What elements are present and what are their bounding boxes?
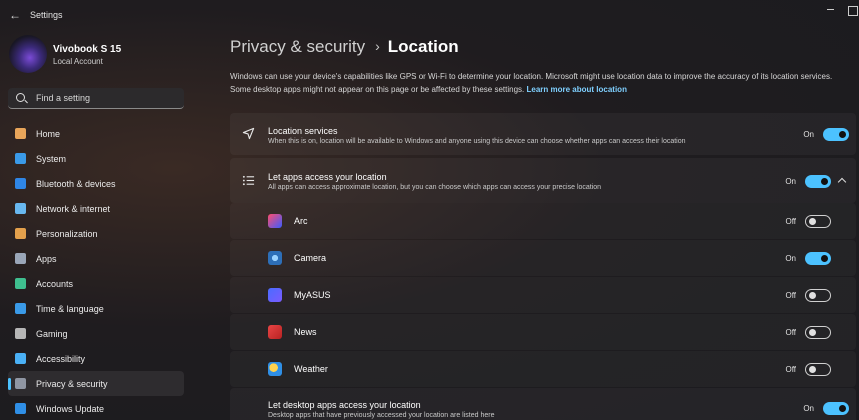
location-services-card[interactable]: Location services When this is on, locat… (230, 113, 856, 155)
app-row-arc[interactable]: Arc Off (230, 203, 856, 239)
search-icon (16, 93, 25, 102)
windows-update-icon (15, 403, 26, 414)
sidebar-item-label: Personalization (36, 229, 98, 239)
app-toggle-state: Off (785, 217, 796, 226)
search-box[interactable] (8, 88, 184, 109)
app-name: MyASUS (294, 290, 331, 300)
sidebar-item-personalization[interactable]: Personalization (8, 221, 184, 246)
sidebar-item-privacy-and-security[interactable]: Privacy & security (8, 371, 184, 396)
wifi-icon (15, 203, 26, 214)
system-icon (15, 153, 26, 164)
app-toggle-state: Off (785, 365, 796, 374)
app-toggle-state: Off (785, 328, 796, 337)
home-icon (15, 128, 26, 139)
sidebar-item-gaming[interactable]: Gaming (8, 321, 184, 346)
sidebar-item-label: Windows Update (36, 404, 105, 414)
sidebar-item-network-and-internet[interactable]: Network & internet (8, 196, 184, 221)
desktop-access-toggle[interactable] (823, 402, 849, 415)
sidebar-item-label: Gaming (36, 329, 68, 339)
gaming-icon (15, 328, 26, 339)
minimize-icon[interactable] (824, 3, 838, 17)
location-services-state: On (803, 130, 814, 139)
brush-icon (15, 228, 26, 239)
accounts-icon (15, 278, 26, 289)
page-title: Location (387, 37, 459, 56)
shield-icon (15, 378, 26, 389)
app-toggle-news[interactable] (805, 326, 831, 339)
app-name: Camera (294, 253, 327, 263)
navigation-arrow-icon (242, 127, 255, 140)
arc-icon (268, 214, 282, 228)
sidebar-item-apps[interactable]: Apps (8, 246, 184, 271)
location-services-title: Location services (268, 126, 338, 136)
app-toggle-arc[interactable] (805, 215, 831, 228)
desktop-access-state: On (803, 404, 814, 413)
maximize-icon[interactable] (846, 3, 859, 17)
app-row-myasus[interactable]: MyASUS Off (230, 277, 856, 313)
title-bar: ← Settings (0, 0, 859, 32)
app-name: Arc (294, 216, 308, 226)
chevron-up-icon[interactable] (837, 176, 846, 185)
desktop-access-title: Let desktop apps access your location (268, 400, 421, 410)
time-language-icon (15, 303, 26, 314)
breadcrumb-separator: › (375, 38, 380, 54)
app-access-state: On (785, 177, 796, 186)
sidebar-item-windows-update[interactable]: Windows Update (8, 396, 184, 420)
location-services-toggle[interactable] (823, 128, 849, 141)
sidebar-item-label: Bluetooth & devices (36, 179, 116, 189)
sidebar-item-label: Network & internet (36, 204, 111, 214)
learn-more-link[interactable]: Learn more about location (527, 85, 627, 94)
weather-icon (268, 362, 282, 376)
search-input[interactable] (36, 88, 182, 108)
sidebar-item-label: Time & language (36, 304, 104, 314)
sidebar-item-system[interactable]: System (8, 146, 184, 171)
apps-icon (15, 253, 26, 264)
app-row-weather[interactable]: Weather Off (230, 351, 856, 387)
bluetooth-icon (15, 178, 26, 189)
sidebar-nav: Home System Bluetooth & devices Network & i… (8, 121, 184, 420)
sidebar-item-label: Home (36, 129, 61, 139)
app-access-title: Let apps access your location (268, 172, 387, 182)
desktop-access-card[interactable]: Let desktop apps access your location De… (230, 388, 856, 420)
sidebar-item-bluetooth-and-devices[interactable]: Bluetooth & devices (8, 171, 184, 196)
window-title: Settings (30, 10, 63, 20)
desktop-access-description: Desktop apps that have previously access… (268, 412, 495, 419)
myasus-icon (268, 288, 282, 302)
sidebar-item-label: System (36, 154, 67, 164)
breadcrumb: Privacy & security › Location (230, 37, 459, 59)
sidebar-item-home[interactable]: Home (8, 121, 184, 146)
app-access-description: All apps can access approximate location… (268, 184, 602, 191)
app-row-camera[interactable]: Camera On (230, 240, 856, 276)
location-services-description: When this is on, location will be availa… (268, 138, 686, 145)
sidebar-item-label: Privacy & security (36, 379, 108, 389)
back-arrow-icon[interactable]: ← (8, 8, 22, 22)
app-access-toggle[interactable] (805, 175, 831, 188)
app-toggle-state: Off (785, 291, 796, 300)
sidebar-item-label: Accessibility (36, 354, 86, 364)
sidebar-item-accounts[interactable]: Accounts (8, 271, 184, 296)
app-toggle-camera[interactable] (805, 252, 831, 265)
app-toggle-state: On (785, 254, 796, 263)
app-toggle-weather[interactable] (805, 363, 831, 376)
app-access-card[interactable]: Let apps access your location All apps c… (230, 158, 856, 203)
sidebar-item-label: Accounts (36, 279, 74, 289)
sidebar-item-label: Apps (36, 254, 57, 264)
app-toggle-myasus[interactable] (805, 289, 831, 302)
sidebar-item-time-and-language[interactable]: Time & language (8, 296, 184, 321)
sidebar-item-accessibility[interactable]: Accessibility (8, 346, 184, 371)
news-icon (268, 325, 282, 339)
app-row-news[interactable]: News Off (230, 314, 856, 350)
breadcrumb-parent[interactable]: Privacy & security (230, 37, 365, 56)
camera-icon (268, 251, 282, 265)
profile-account-type: Local Account (53, 57, 103, 66)
intro-description: Windows can use your device's capabiliti… (230, 70, 850, 96)
avatar[interactable] (9, 35, 47, 73)
profile-name: Vivobook S 15 (53, 44, 122, 55)
list-icon (242, 175, 255, 186)
app-name: Weather (294, 364, 328, 374)
app-name: News (294, 327, 317, 337)
accessibility-icon (15, 353, 26, 364)
